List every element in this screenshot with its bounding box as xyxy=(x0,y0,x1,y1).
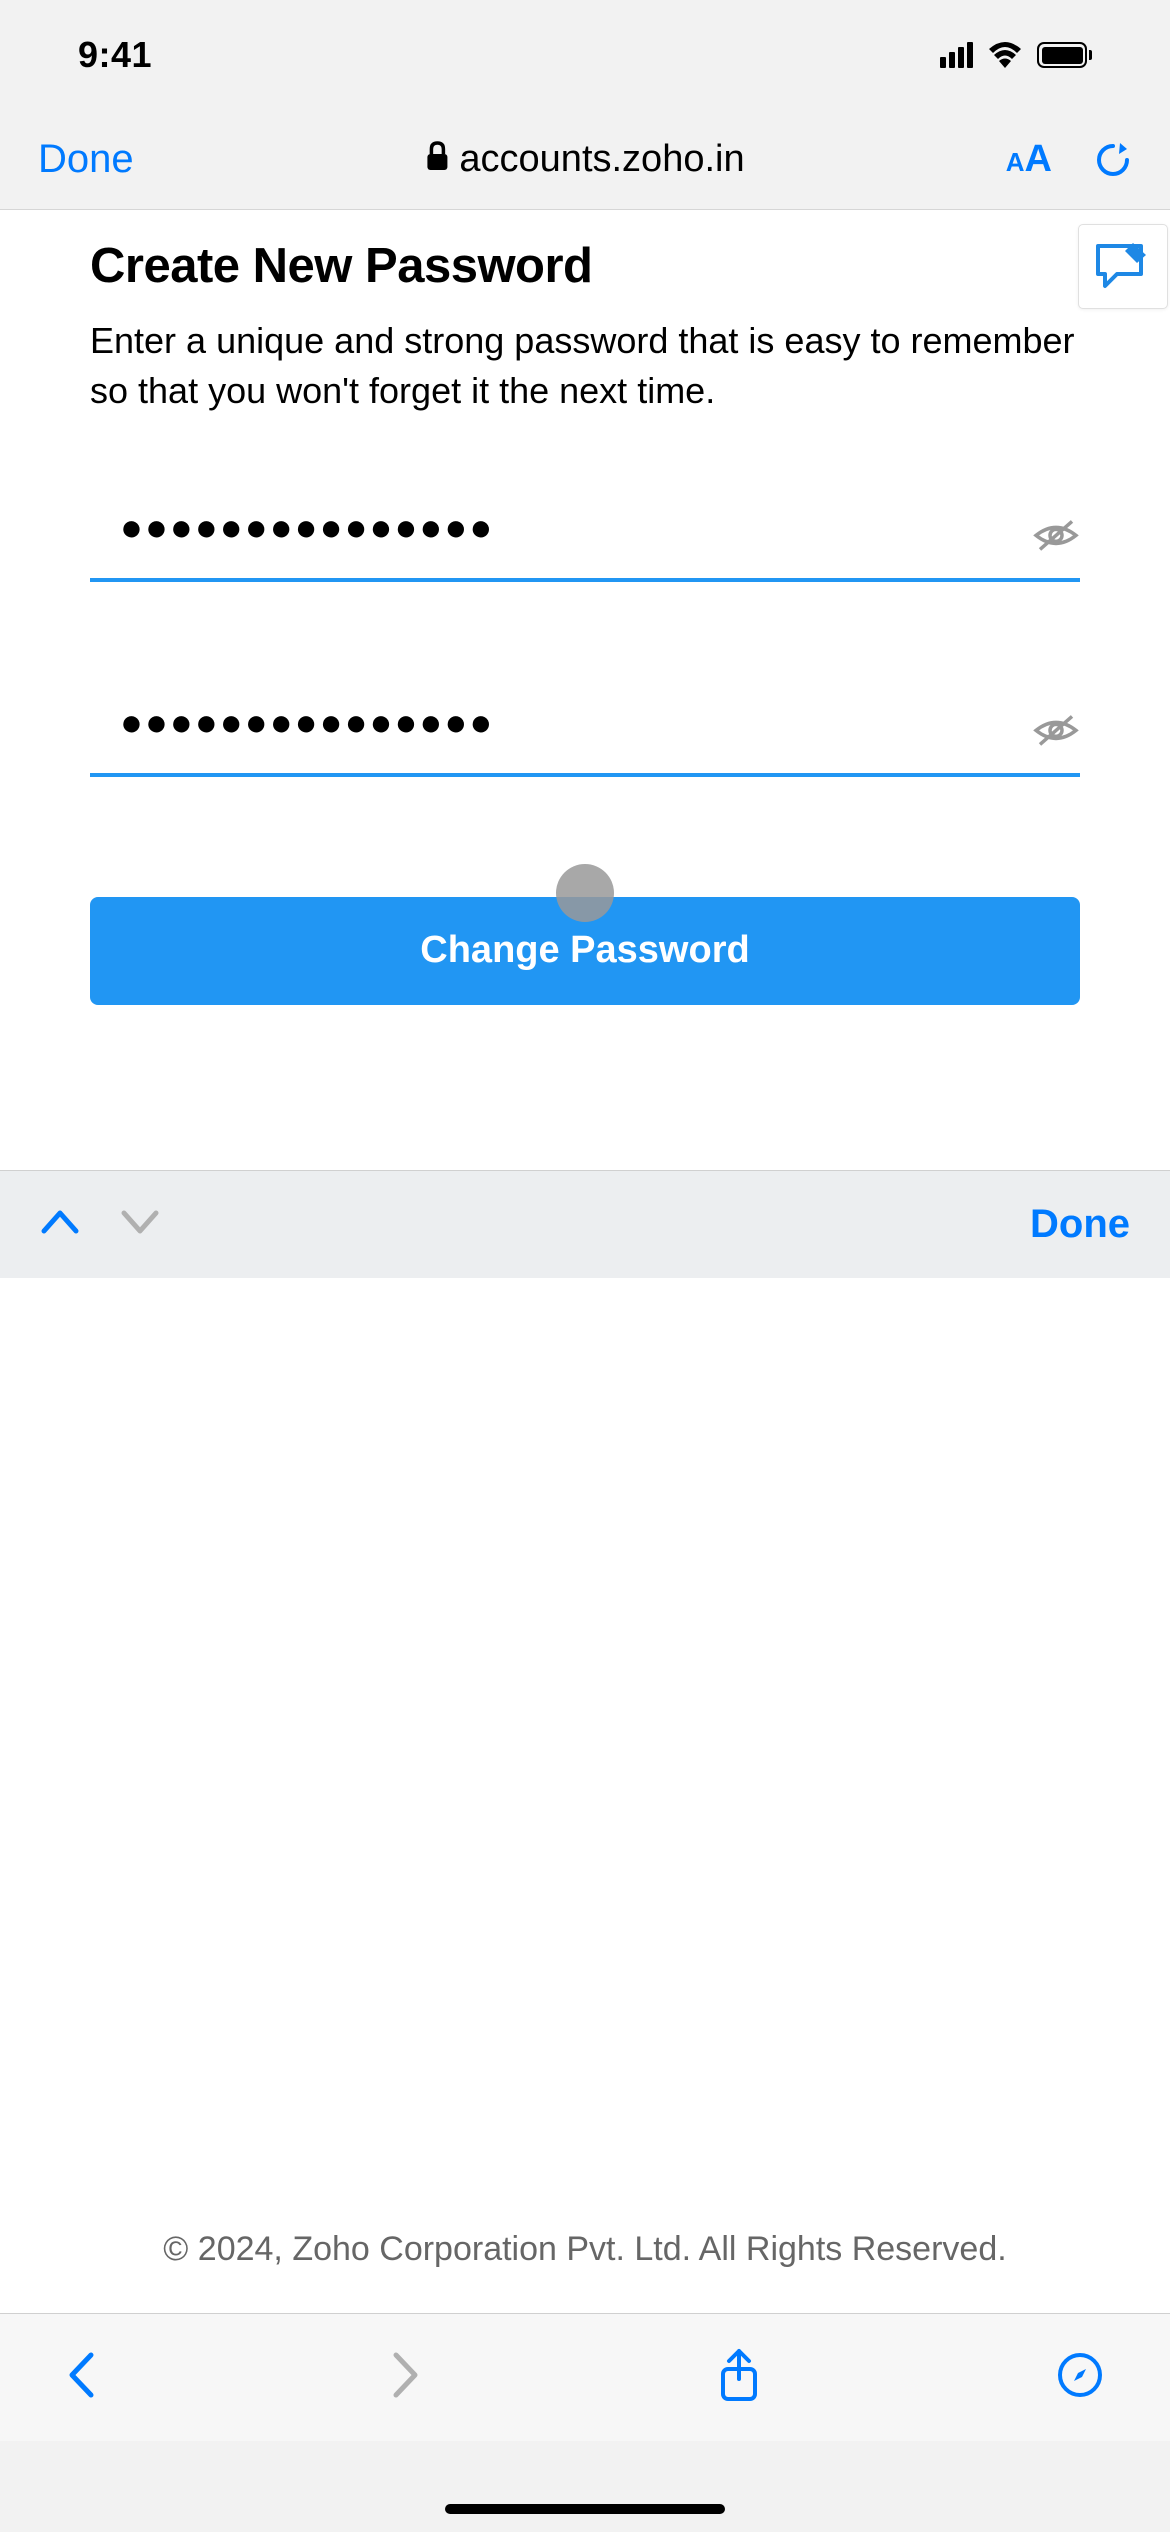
page-content: Create New Password Enter a unique and s… xyxy=(0,210,1170,1170)
back-button[interactable] xyxy=(66,2351,96,2404)
confirm-password-field[interactable]: ●●●●●●●●●●●●●●● xyxy=(90,702,1080,777)
toggle-password-visibility-icon[interactable] xyxy=(1032,518,1080,559)
battery-icon xyxy=(1037,42,1092,68)
change-password-button[interactable]: Change Password xyxy=(90,897,1080,1005)
new-password-field[interactable]: ●●●●●●●●●●●●●●● xyxy=(90,507,1080,582)
toggle-confirm-visibility-icon[interactable] xyxy=(1032,713,1080,754)
cellular-signal-icon xyxy=(940,42,973,68)
text-size-button[interactable]: AA xyxy=(1006,138,1052,181)
confirm-password-value: ●●●●●●●●●●●●●●● xyxy=(90,702,1080,745)
lock-icon xyxy=(425,141,449,178)
touch-indicator-icon xyxy=(556,864,614,922)
done-button[interactable]: Done xyxy=(38,137,134,182)
page-title: Create New Password xyxy=(90,238,1080,294)
next-field-button[interactable] xyxy=(120,1209,160,1240)
url-text: accounts.zoho.in xyxy=(459,138,744,181)
home-indicator[interactable] xyxy=(445,2504,725,2514)
keyboard-done-button[interactable]: Done xyxy=(1030,1202,1130,1247)
copyright-text: © 2024, Zoho Corporation Pvt. Ltd. All R… xyxy=(0,2230,1170,2313)
url-display[interactable]: accounts.zoho.in xyxy=(425,138,744,181)
safari-compass-button[interactable] xyxy=(1056,2351,1104,2404)
wifi-icon xyxy=(987,42,1023,68)
feedback-button[interactable] xyxy=(1078,224,1168,309)
change-password-label: Change Password xyxy=(420,929,749,971)
page-subtitle: Enter a unique and strong password that … xyxy=(90,316,1080,417)
status-icons xyxy=(940,42,1092,68)
share-button[interactable] xyxy=(717,2347,761,2408)
safari-bottom-toolbar xyxy=(0,2313,1170,2441)
keyboard-accessory-bar: Done xyxy=(0,1170,1170,1278)
new-password-value: ●●●●●●●●●●●●●●● xyxy=(90,507,1080,550)
previous-field-button[interactable] xyxy=(40,1209,80,1240)
browser-toolbar: Done accounts.zoho.in AA xyxy=(0,110,1170,210)
content-spacer xyxy=(0,1278,1170,2230)
reload-button[interactable] xyxy=(1094,140,1132,180)
status-bar: 9:41 xyxy=(0,0,1170,110)
forward-button[interactable] xyxy=(391,2351,421,2404)
status-time: 9:41 xyxy=(78,34,152,76)
